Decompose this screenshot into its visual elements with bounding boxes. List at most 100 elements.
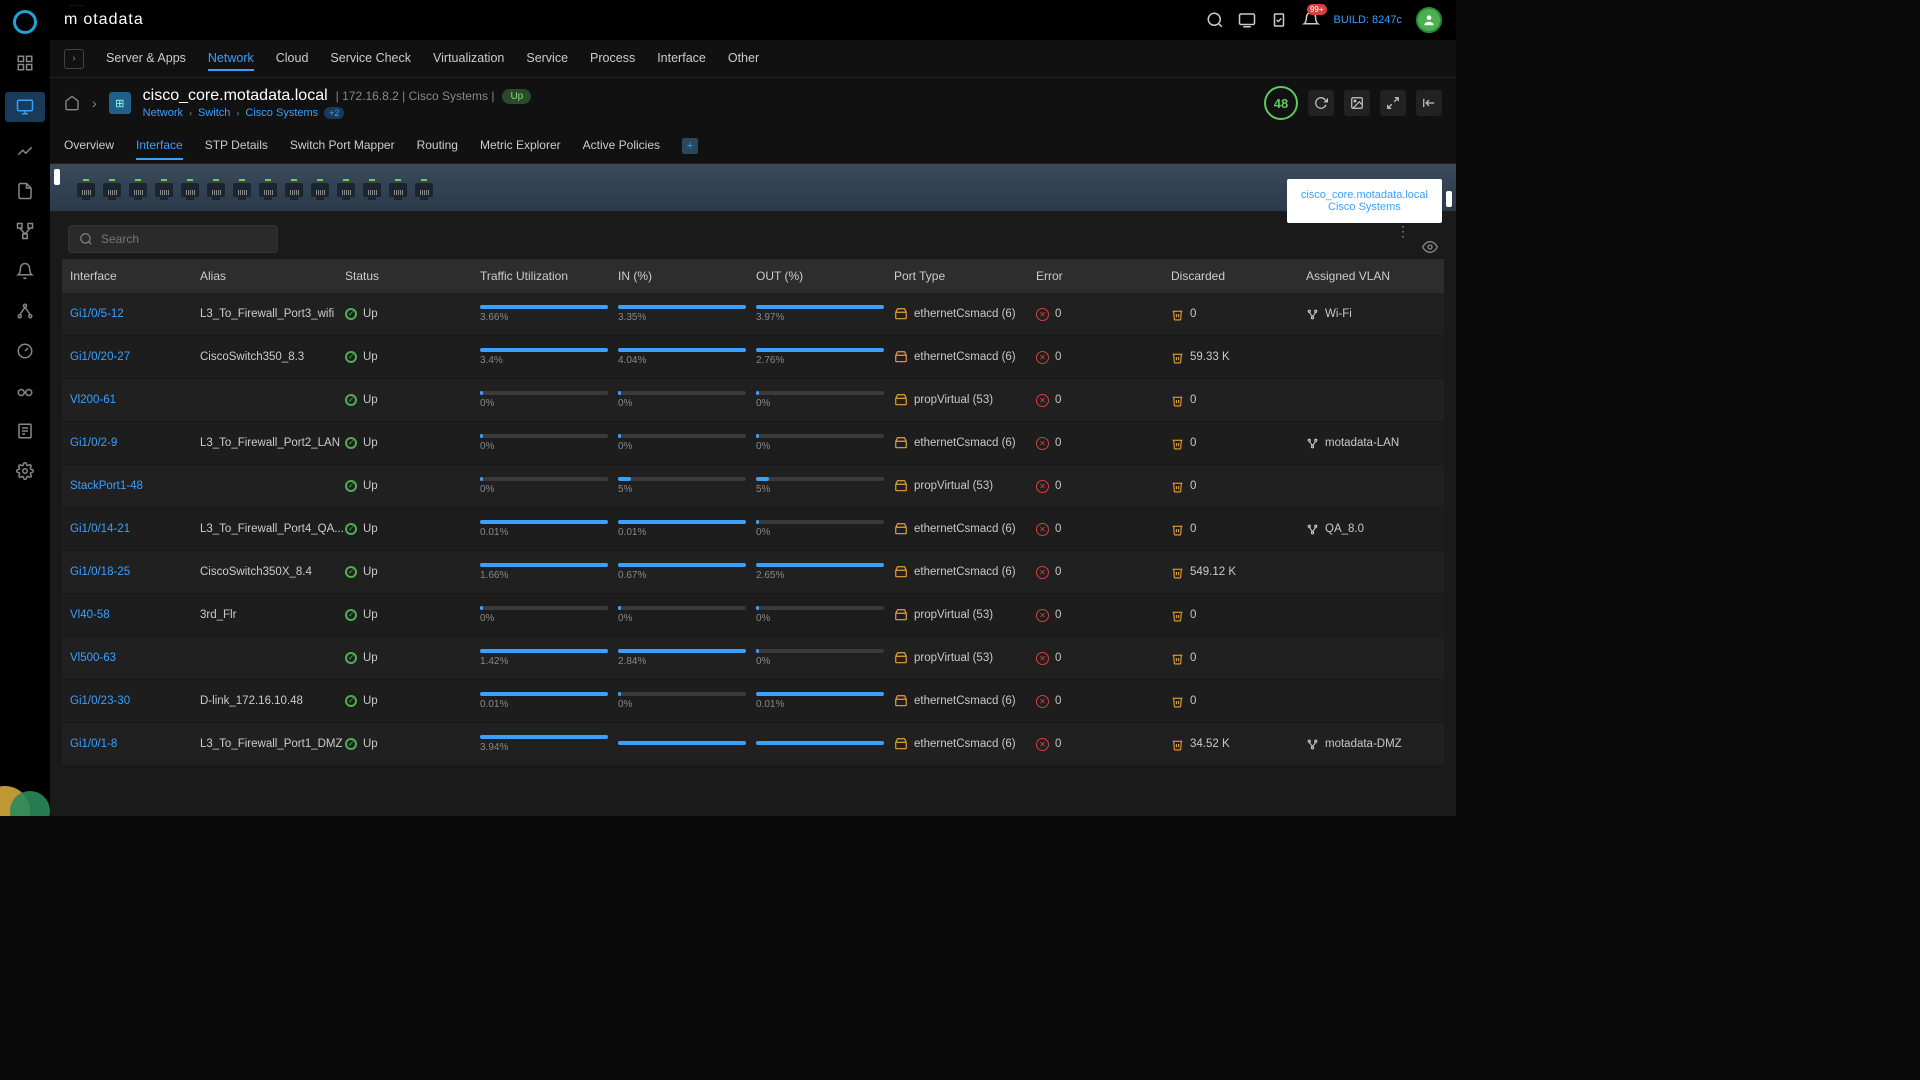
fullscreen-button[interactable] [1380, 90, 1406, 116]
switch-port-panel: cisco_core.motadata.local Cisco Systems [50, 164, 1456, 211]
primary-tab[interactable]: Service [526, 47, 568, 71]
notification-bell-icon[interactable]: 99+ [1302, 11, 1320, 29]
error-icon: ✕ [1036, 695, 1049, 708]
secondary-tab[interactable]: Metric Explorer [480, 132, 561, 160]
grid-icon[interactable] [14, 52, 36, 74]
port-type-icon [894, 694, 908, 708]
interface-link[interactable]: Gi1/0/23-30 [70, 695, 130, 707]
error-icon: ✕ [1036, 609, 1049, 622]
error-icon: ✕ [1036, 437, 1049, 450]
screen-icon[interactable] [1238, 11, 1256, 29]
primary-tab[interactable]: Server & Apps [106, 47, 186, 71]
interface-link[interactable]: Gi1/0/18-25 [70, 566, 130, 578]
table-search[interactable] [68, 225, 278, 253]
expand-nav-button[interactable]: › [64, 49, 84, 69]
primary-tab[interactable]: Service Check [330, 47, 411, 71]
user-avatar[interactable] [1416, 7, 1442, 33]
collapse-button[interactable] [1416, 90, 1442, 116]
secondary-tab[interactable]: Active Policies [583, 132, 660, 160]
chart-icon[interactable] [14, 140, 36, 162]
search-icon[interactable] [1206, 11, 1224, 29]
error-icon: ✕ [1036, 394, 1049, 407]
monitor-icon[interactable] [5, 92, 45, 122]
secondary-tab[interactable]: Routing [417, 132, 458, 160]
table-row: Gi1/0/14-21L3_To_Firewall_Port4_QA...Up0… [62, 508, 1444, 551]
alias-text: D-link_172.16.10.48 [200, 695, 345, 707]
primary-tab[interactable]: Other [728, 47, 759, 71]
add-tab-button[interactable]: + [682, 138, 698, 154]
alias-text: L3_To_Firewall_Port3_wifi [200, 308, 345, 320]
interface-link[interactable]: Gi1/0/5-12 [70, 308, 124, 320]
gear-icon[interactable] [14, 460, 36, 482]
more-menu-icon[interactable]: ⋮ [1396, 223, 1410, 255]
error-icon: ✕ [1036, 480, 1049, 493]
interface-link[interactable]: Vl200-61 [70, 394, 116, 406]
switch-port[interactable] [206, 179, 226, 197]
bell-icon[interactable] [14, 260, 36, 282]
gauge-icon[interactable] [14, 340, 36, 362]
primary-tab[interactable]: Network [208, 47, 254, 71]
network-icon[interactable] [14, 220, 36, 242]
scroll-handle-left[interactable] [54, 169, 60, 185]
alias-text: 3rd_Flr [200, 609, 345, 621]
extra-tags-chip[interactable]: +2 [324, 107, 344, 119]
interface-link[interactable]: Gi1/0/14-21 [70, 523, 130, 535]
refresh-button[interactable] [1308, 90, 1334, 116]
switch-port[interactable] [128, 179, 148, 197]
switch-port[interactable] [232, 179, 252, 197]
scroll-handle-right[interactable] [1446, 191, 1452, 207]
primary-tab[interactable]: Interface [657, 47, 706, 71]
clipboard-icon[interactable] [1270, 11, 1288, 29]
interface-link[interactable]: Vl500-63 [70, 652, 116, 664]
interface-link[interactable]: Vl40-58 [70, 609, 110, 621]
report-icon[interactable] [14, 420, 36, 442]
switch-port[interactable] [414, 179, 434, 197]
image-button[interactable] [1344, 90, 1370, 116]
status-up-icon [345, 695, 357, 707]
switch-port[interactable] [154, 179, 174, 197]
home-icon[interactable] [64, 95, 80, 111]
switch-port[interactable] [180, 179, 200, 197]
interface-link[interactable]: Gi1/0/20-27 [70, 351, 130, 363]
status-up-icon [345, 738, 357, 750]
secondary-tabs: Overview Interface STP Details Switch Port … [50, 128, 1456, 164]
title-bar: › ⊞ cisco_core.motadata.local | 172.16.8… [50, 78, 1456, 128]
left-sidebar [0, 0, 50, 816]
discard-icon [1171, 523, 1184, 536]
switch-port[interactable] [102, 179, 122, 197]
interface-link[interactable]: Gi1/0/2-9 [70, 437, 117, 449]
table-row: StackPort1-48Up0%5%5%propVirtual (53)✕00 [62, 465, 1444, 508]
search-input[interactable] [101, 232, 267, 246]
interface-link[interactable]: Gi1/0/1-8 [70, 738, 117, 750]
switch-port[interactable] [362, 179, 382, 197]
topology-icon[interactable] [14, 300, 36, 322]
primary-tab[interactable]: Process [590, 47, 635, 71]
secondary-tab[interactable]: Interface [136, 132, 183, 160]
status-up-icon [345, 566, 357, 578]
vlan-icon [1306, 738, 1319, 751]
secondary-tab[interactable]: STP Details [205, 132, 268, 160]
breadcrumb: Network› Switch› Cisco Systems +2 [143, 107, 532, 119]
primary-tab[interactable]: Cloud [276, 47, 309, 71]
document-icon[interactable] [14, 180, 36, 202]
secondary-tab[interactable]: Overview [64, 132, 114, 160]
eye-icon[interactable] [1422, 239, 1438, 255]
switch-port[interactable] [310, 179, 330, 197]
switch-port[interactable] [258, 179, 278, 197]
error-icon: ✕ [1036, 652, 1049, 665]
vlan-icon [1306, 308, 1319, 321]
primary-tab[interactable]: Virtualization [433, 47, 504, 71]
interface-link[interactable]: StackPort1-48 [70, 480, 143, 492]
table-row: Vl200-61Up0%0%0%propVirtual (53)✕00 [62, 379, 1444, 422]
port-type-icon [894, 651, 908, 665]
switch-port[interactable] [76, 179, 96, 197]
binoculars-icon[interactable] [14, 380, 36, 402]
switch-port[interactable] [284, 179, 304, 197]
discard-icon [1171, 394, 1184, 407]
port-type-icon [894, 522, 908, 536]
discard-icon [1171, 652, 1184, 665]
switch-port[interactable] [388, 179, 408, 197]
status-up-icon [345, 652, 357, 664]
secondary-tab[interactable]: Switch Port Mapper [290, 132, 395, 160]
switch-port[interactable] [336, 179, 356, 197]
